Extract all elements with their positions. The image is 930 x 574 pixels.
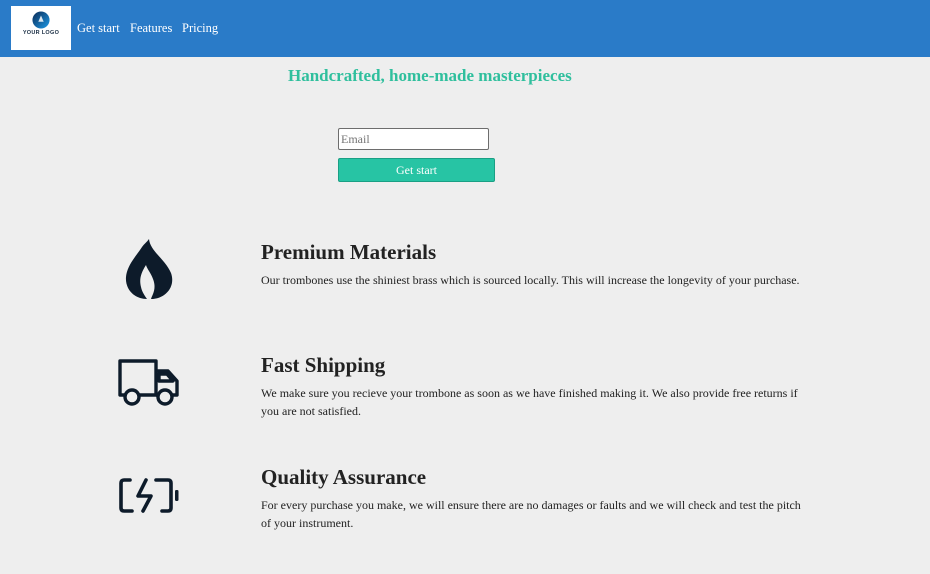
get-start-button[interactable]: Get start bbox=[338, 158, 495, 182]
fire-icon bbox=[125, 239, 173, 299]
feature-description: We make sure you recieve your trombone a… bbox=[261, 386, 798, 418]
logo-text: YOUR LOGO bbox=[22, 30, 60, 36]
feature-description: For every purchase you make, we will ens… bbox=[261, 498, 801, 530]
feature-title: Quality Assurance bbox=[261, 465, 427, 489]
feature-description: Our trombones use the shiniest brass whi… bbox=[261, 273, 800, 287]
navbar: YOUR LOGO Get start Features Pricing bbox=[0, 0, 930, 57]
nav-link-pricing[interactable]: Pricing bbox=[182, 21, 218, 36]
hero-title: Handcrafted, home-made masterpieces bbox=[288, 66, 572, 85]
truck-icon bbox=[118, 359, 179, 406]
feature-title: Fast Shipping bbox=[261, 353, 386, 377]
nav-link-features[interactable]: Features bbox=[130, 21, 172, 36]
logo-icon bbox=[32, 11, 50, 29]
feature-title: Premium Materials bbox=[261, 240, 437, 264]
email-input[interactable] bbox=[338, 128, 489, 150]
nav-link-get-start[interactable]: Get start bbox=[77, 21, 120, 36]
logo[interactable]: YOUR LOGO bbox=[11, 6, 71, 50]
battery-charging-icon bbox=[119, 478, 179, 513]
